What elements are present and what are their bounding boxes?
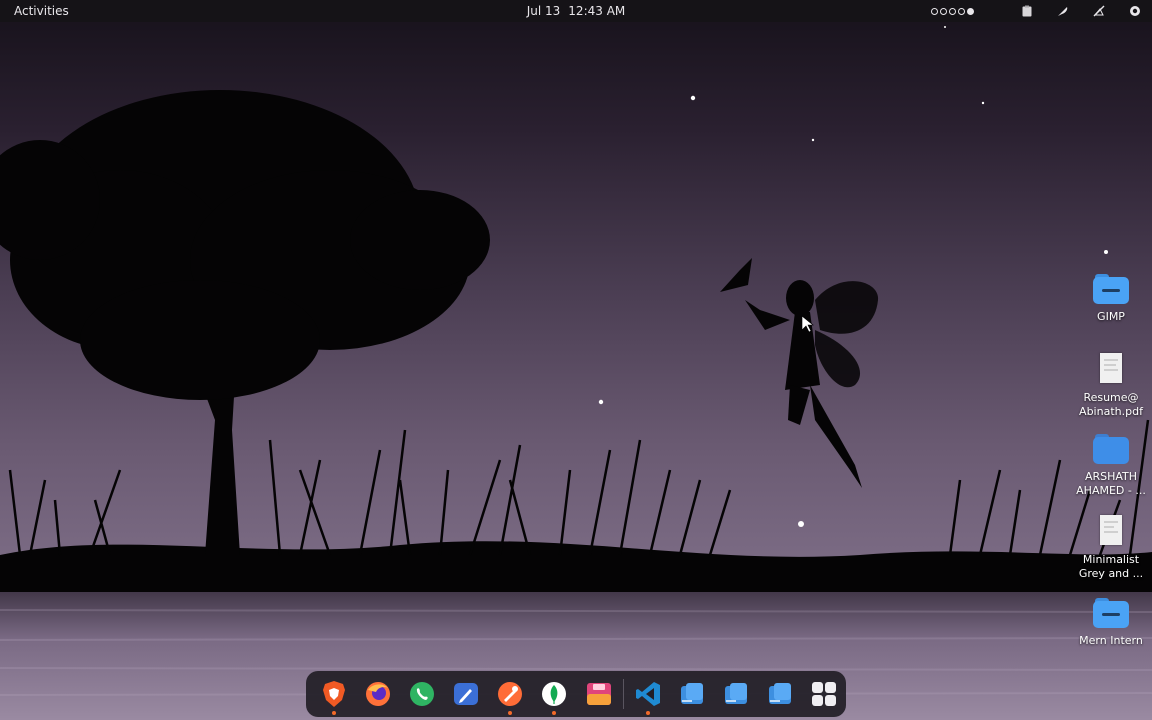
desktop-icon-label: GIMP — [1097, 310, 1125, 323]
dock-item-files[interactable] — [758, 671, 802, 717]
fairy-silhouette — [720, 258, 879, 488]
pdf-document-icon — [1100, 353, 1122, 383]
desktop-icon-label: Abinath.pdf — [1079, 405, 1143, 418]
activities-button[interactable]: Activities — [0, 0, 83, 22]
running-indicator — [508, 711, 513, 715]
desktop-icon-resume-pdf[interactable]: Resume@ Abinath.pdf — [1072, 353, 1150, 419]
power-menu-icon[interactable] — [1128, 4, 1142, 18]
dock-item-brave[interactable] — [312, 671, 356, 717]
files-icon — [724, 683, 747, 704]
app-grid-icon — [811, 682, 836, 706]
date-label: Jul 13 — [526, 4, 561, 18]
running-indicator — [332, 711, 337, 715]
mongodb-icon — [542, 682, 567, 706]
dock-item-files[interactable] — [670, 671, 714, 717]
desktop[interactable]: Activities Jul 13 12:43 AM GIMP Resume@ … — [0, 0, 1152, 720]
desktop-icon-mern-intern[interactable]: Mern Intern — [1072, 598, 1150, 648]
files-icon — [680, 683, 703, 704]
tree-silhouette — [0, 90, 490, 555]
system-tray — [931, 0, 1142, 22]
dock — [306, 671, 846, 717]
desktop-icon-arshath-document[interactable]: ARSHATH AHAMED - ... — [1072, 434, 1150, 498]
dock-separator — [622, 679, 624, 709]
stars-decoration — [598, 26, 1108, 527]
folder-icon — [1093, 274, 1129, 304]
wallpaper-image — [0, 26, 1152, 720]
top-bar: Activities Jul 13 12:43 AM — [0, 0, 1152, 22]
running-indicator — [552, 711, 557, 715]
folder-icon — [1093, 598, 1129, 628]
postman-icon — [498, 682, 523, 706]
workspace-dot[interactable] — [931, 7, 938, 15]
running-indicator — [645, 711, 650, 715]
workspace-dot[interactable] — [958, 7, 965, 15]
dock-item-app-grid[interactable] — [802, 671, 846, 717]
desktop-icon-label: ARSHATH — [1084, 470, 1138, 483]
dock-item-image-viewer[interactable] — [576, 671, 620, 717]
dock-item-firefox[interactable] — [356, 671, 400, 717]
image-viewer-icon — [586, 683, 611, 705]
feather-icon[interactable] — [1056, 4, 1070, 18]
workspace-dot[interactable] — [949, 7, 956, 15]
text-editor-icon — [454, 683, 479, 705]
dock-item-mongodb-compass[interactable] — [532, 671, 576, 717]
desktop-icon-label: Minimalist — [1082, 553, 1140, 566]
desktop-icon-minimalist-document[interactable]: Minimalist Grey and ... — [1072, 515, 1150, 581]
desktop-icon-label: Mern Intern — [1079, 634, 1143, 647]
workspace-dot[interactable] — [940, 7, 947, 15]
whatsapp-icon — [410, 682, 435, 706]
brave-icon — [323, 681, 346, 707]
dock-item-text-editor[interactable] — [444, 671, 488, 717]
network-disabled-icon[interactable] — [1092, 4, 1106, 18]
vscode-icon — [635, 682, 660, 706]
dock-item-vscode[interactable] — [626, 671, 670, 717]
desktop-icon-label: AHAMED - ... — [1076, 484, 1146, 497]
workspace-indicator[interactable] — [931, 7, 974, 15]
document-icon — [1100, 515, 1122, 545]
date-time-button[interactable]: Jul 13 12:43 AM — [527, 0, 626, 22]
time-label: 12:43 AM — [568, 4, 626, 18]
files-icon — [768, 683, 791, 704]
desktop-icon-label: Resume@ — [1083, 391, 1139, 404]
desktop-icon-gimp[interactable]: GIMP — [1072, 274, 1150, 324]
dock-item-postman[interactable] — [488, 671, 532, 717]
clipboard-icon[interactable] — [1020, 4, 1034, 18]
dock-item-whatsapp[interactable] — [400, 671, 444, 717]
dock-item-files[interactable] — [714, 671, 758, 717]
desktop-icon-label: Grey and ... — [1078, 567, 1144, 580]
workspace-dot-active[interactable] — [967, 7, 974, 15]
document-icon — [1093, 434, 1129, 464]
firefox-icon — [366, 682, 391, 706]
